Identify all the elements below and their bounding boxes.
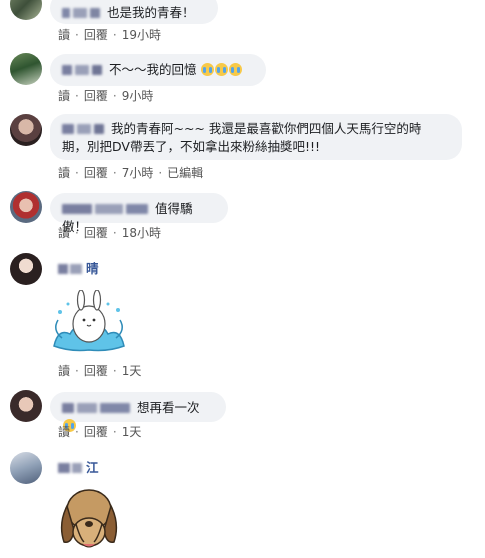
- comment-actions: 讀 · 回覆 · 9小時: [58, 87, 154, 104]
- like-button[interactable]: 讀: [58, 362, 70, 379]
- commenter-name[interactable]: [62, 5, 103, 22]
- timestamp[interactable]: 18小時: [122, 224, 161, 241]
- avatar[interactable]: [10, 390, 42, 422]
- reply-button[interactable]: 回覆: [84, 224, 108, 241]
- comment-bubble: 想再看一次: [50, 392, 226, 432]
- comment-text: 我的青春阿~~~ 我還是最喜歡你們四個人天馬行空的時: [110, 121, 422, 136]
- rabbit-splash-sticker: [48, 289, 130, 358]
- timestamp[interactable]: 7小時: [122, 164, 154, 181]
- reply-button[interactable]: 回覆: [84, 26, 108, 43]
- crying-emoji-icon: [215, 63, 229, 76]
- commenter-name[interactable]: [58, 460, 82, 477]
- crying-emoji-icon: [229, 63, 243, 76]
- comment-bubble: 值得驕傲！: [50, 193, 228, 234]
- timestamp[interactable]: 1天: [122, 362, 142, 379]
- avatar[interactable]: [10, 452, 42, 484]
- comment-bubble: 不～～我的回憶: [50, 54, 266, 86]
- commenter-name-suffix: 江: [85, 460, 99, 475]
- like-button[interactable]: 讀: [58, 164, 70, 181]
- reply-button[interactable]: 回覆: [84, 164, 108, 181]
- comment-actions: 讀 · 回覆 · 7小時 · 已編輯: [58, 164, 204, 181]
- commenter-name-row[interactable]: 江: [58, 459, 99, 477]
- commenter-name[interactable]: [58, 261, 82, 278]
- like-button[interactable]: 讀: [58, 224, 70, 241]
- avatar[interactable]: [10, 0, 42, 20]
- rabbit-splash-icon: [53, 289, 125, 352]
- commenter-name-suffix: 晴: [85, 261, 99, 276]
- timestamp[interactable]: 9小時: [122, 87, 154, 104]
- avatar[interactable]: [10, 114, 42, 146]
- comment-text: 不～～我的回憶: [108, 62, 197, 77]
- crying-emoji-icon: [201, 63, 215, 76]
- comment-actions: 讀 · 回覆 · 19小時: [58, 26, 161, 43]
- like-button[interactable]: 讀: [58, 423, 70, 440]
- reply-button[interactable]: 回覆: [84, 423, 108, 440]
- commenter-name-row[interactable]: 晴: [58, 260, 99, 278]
- comment-bubble: 我的青春阿~~~ 我還是最喜歡你們四個人天馬行空的時 期，別把DV帶丟了，不如拿…: [50, 114, 462, 160]
- commenter-name[interactable]: [62, 62, 105, 79]
- comment-bubble: 也是我的青春！: [50, 0, 218, 24]
- commenter-name[interactable]: [62, 400, 133, 417]
- commenter-name[interactable]: [62, 201, 151, 218]
- dog-covering-face-sticker: [54, 484, 124, 554]
- commenter-name[interactable]: [62, 121, 107, 138]
- avatar[interactable]: [10, 253, 42, 285]
- comment-text: 也是我的青春！: [106, 5, 195, 20]
- avatar[interactable]: [10, 191, 42, 223]
- dog-sticker-icon: [60, 489, 118, 548]
- reply-button[interactable]: 回覆: [84, 87, 108, 104]
- comment-actions: 讀 · 回覆 · 18小時: [58, 224, 161, 241]
- avatar[interactable]: [10, 53, 42, 85]
- timestamp[interactable]: 19小時: [122, 26, 161, 43]
- edited-label[interactable]: 已編輯: [167, 164, 203, 181]
- comment-actions: 讀 · 回覆 · 1天: [58, 423, 142, 440]
- like-button[interactable]: 讀: [58, 26, 70, 43]
- comment-text: 想再看一次: [136, 400, 200, 415]
- reply-button[interactable]: 回覆: [84, 362, 108, 379]
- comment-actions: 讀 · 回覆 · 1天: [58, 362, 142, 379]
- timestamp[interactable]: 1天: [122, 423, 142, 440]
- comment-text: 期，別把DV帶丟了，不如拿出來粉絲抽獎吧!!!: [62, 139, 320, 154]
- like-button[interactable]: 讀: [58, 87, 70, 104]
